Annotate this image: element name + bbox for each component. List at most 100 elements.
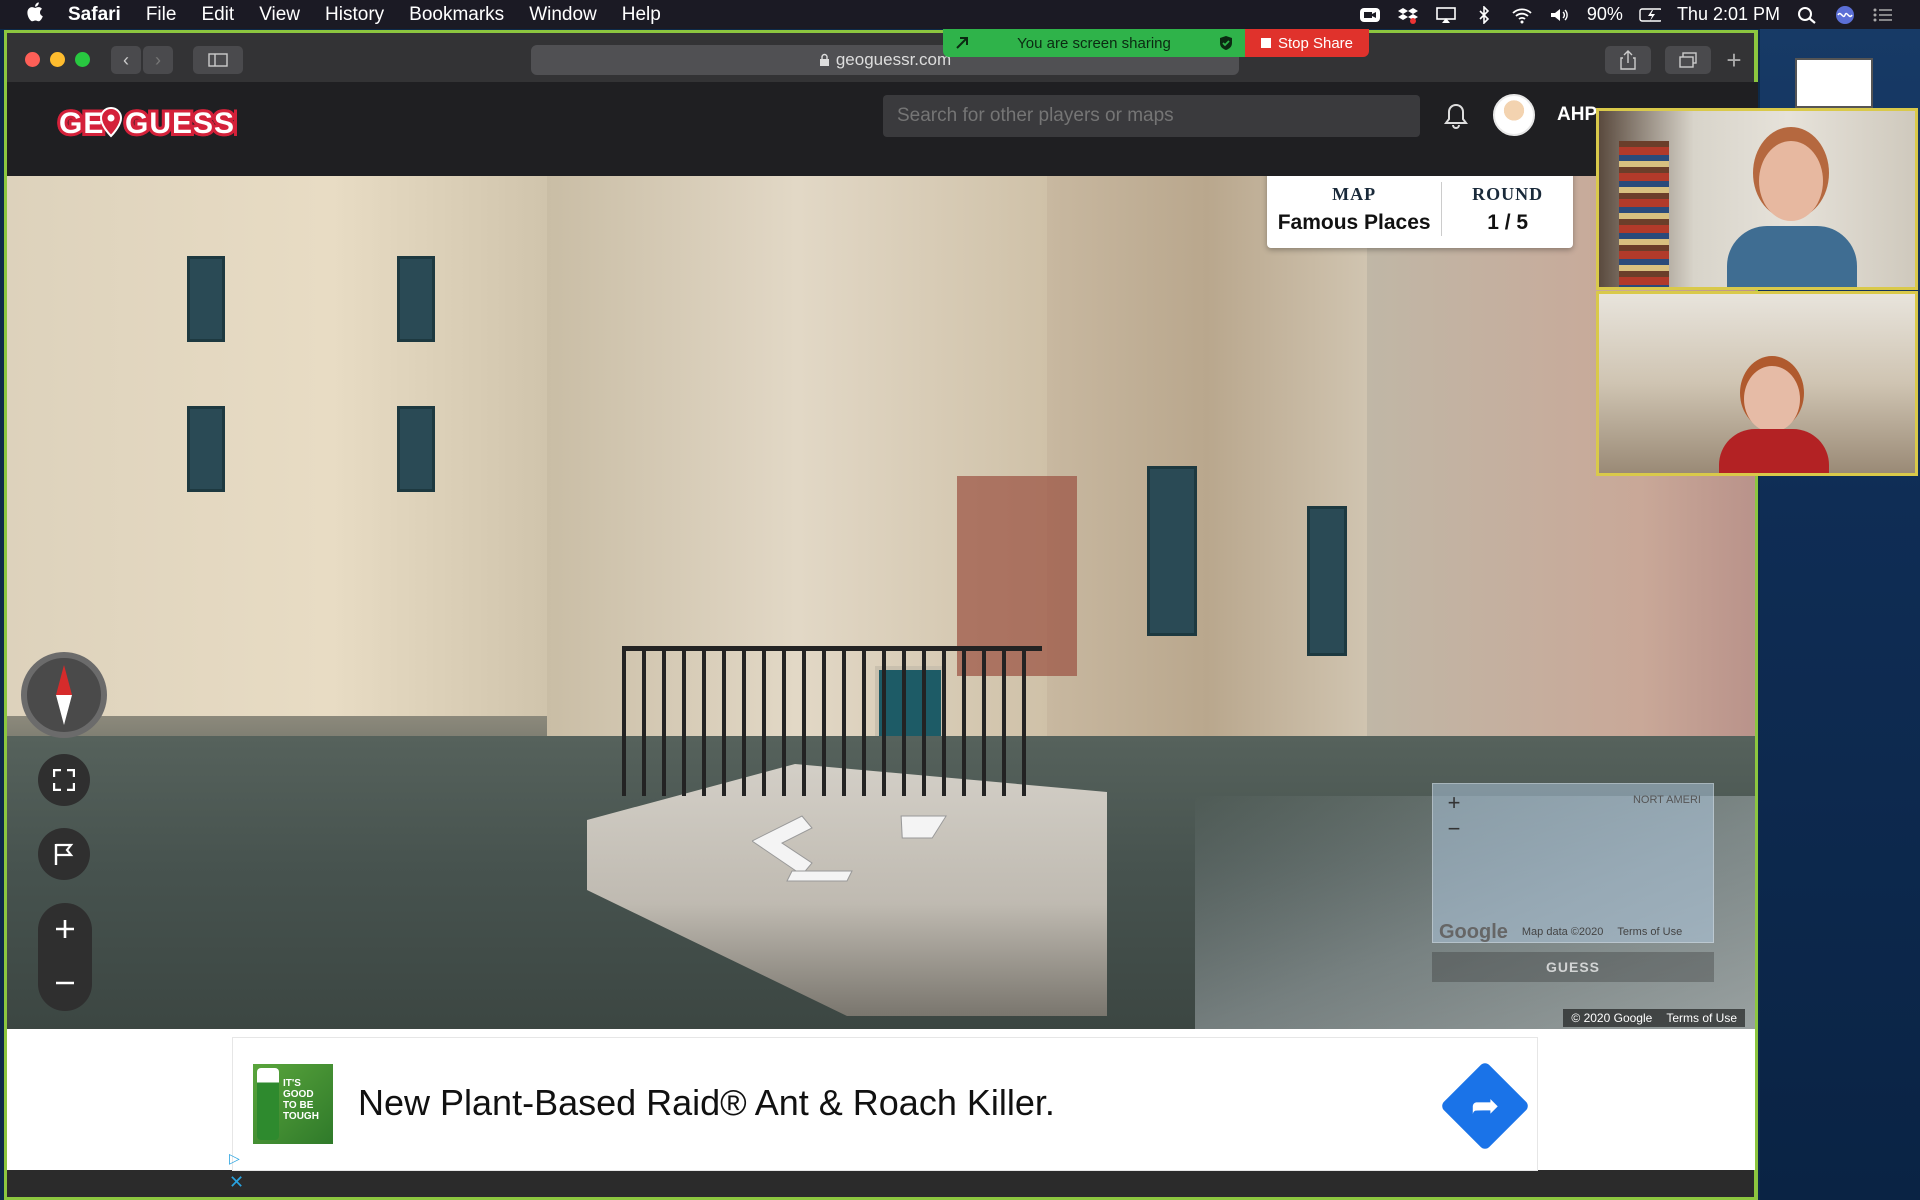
zoom-status-icon[interactable] <box>1359 6 1381 24</box>
zoom-out-button[interactable] <box>55 967 75 1001</box>
minimap-zoom-out-button[interactable]: − <box>1441 816 1467 842</box>
stop-share-button[interactable]: Stop Share <box>1245 29 1369 57</box>
flag-icon <box>54 843 74 865</box>
menu-bookmarks[interactable]: Bookmarks <box>409 4 504 26</box>
close-ad-icon[interactable]: ✕ <box>229 1172 244 1193</box>
sidebar-toggle-button[interactable] <box>193 46 243 74</box>
geoguessr-logo[interactable]: GE GUESSR <box>57 102 237 142</box>
chevron-right-icon: › <box>155 49 161 70</box>
participant-face <box>1759 141 1823 221</box>
bluetooth-icon[interactable] <box>1473 5 1495 24</box>
navigation-arrows-icon[interactable] <box>752 811 982 891</box>
ad-open-button[interactable]: ➦ <box>1439 1060 1531 1152</box>
volume-icon[interactable] <box>1549 6 1571 24</box>
ad-headline[interactable]: New Plant-Based Raid® Ant & Roach Killer… <box>358 1082 1055 1124</box>
round-counter: 1 / 5 <box>1487 210 1529 234</box>
ad-product-image: IT'S GOOD TO BE TOUGH <box>253 1064 333 1144</box>
participant-shirt <box>1719 429 1829 473</box>
spotlight-search-icon[interactable] <box>1796 6 1818 24</box>
svg-text:GUESSR: GUESSR <box>125 107 237 140</box>
plus-icon: + <box>1726 44 1742 75</box>
round-label: ROUND <box>1472 183 1544 204</box>
player-map-search-input[interactable] <box>883 95 1420 137</box>
menu-bar: Safari File Edit View History Bookmarks … <box>0 0 1920 29</box>
notification-center-icon[interactable] <box>1872 6 1894 24</box>
username[interactable]: AHP <box>1557 104 1597 126</box>
menu-file[interactable]: File <box>146 4 177 26</box>
battery-percent: 90% <box>1586 4 1623 24</box>
participant-video <box>1694 354 1829 473</box>
shield-check-icon <box>1220 36 1232 50</box>
apple-menu-icon[interactable] <box>26 1 48 29</box>
guess-minimap[interactable]: + − NORT AMERI Google Map data ©2020 Ter… <box>1432 783 1714 943</box>
share-icon <box>1620 50 1636 70</box>
share-button[interactable] <box>1605 46 1651 74</box>
grated-window <box>1307 506 1347 656</box>
menu-view[interactable]: View <box>259 4 300 26</box>
return-to-start-button[interactable] <box>38 828 90 880</box>
iron-railing <box>622 646 1042 796</box>
menu-window[interactable]: Window <box>529 4 597 26</box>
dropbox-icon[interactable] <box>1397 6 1419 24</box>
menu-history[interactable]: History <box>325 4 384 26</box>
notifications-bell-icon[interactable] <box>1443 102 1471 132</box>
close-window-button[interactable] <box>25 52 40 67</box>
streetview-attribution: © 2020 Google Terms of Use <box>1563 1009 1745 1027</box>
plus-icon <box>56 920 74 938</box>
geoguessr-header: GE GUESSR AHP <box>7 82 1758 176</box>
map-info: MAP Famous Places <box>1267 184 1441 235</box>
map-label: MAP <box>1332 183 1377 204</box>
back-button[interactable]: ‹ <box>111 46 141 74</box>
screen-sharing-banner: You are screen sharing Stop Share <box>943 29 1369 57</box>
user-avatar[interactable] <box>1493 94 1535 136</box>
zoom-in-button[interactable] <box>55 913 75 947</box>
participant-face <box>1744 366 1800 432</box>
menubar-clock[interactable]: Thu 2:01 PM <box>1677 4 1780 25</box>
minus-icon <box>56 981 74 985</box>
wifi-icon[interactable] <box>1511 6 1533 24</box>
compass[interactable] <box>21 652 107 738</box>
forward-button[interactable]: › <box>143 46 173 74</box>
desktop-screenshot-thumbnail[interactable] <box>1795 58 1873 108</box>
chevron-left-icon: ‹ <box>123 49 129 70</box>
shuttered-window <box>187 256 225 342</box>
ad-banner[interactable]: IT'S GOOD TO BE TOUGH New Plant-Based Ra… <box>232 1037 1538 1171</box>
spray-can-icon <box>257 1068 279 1140</box>
lock-icon <box>819 53 829 66</box>
shuttered-window <box>187 406 225 492</box>
shuttered-window <box>397 406 435 492</box>
minimize-window-button[interactable] <box>50 52 65 67</box>
participant-shirt <box>1727 226 1857 287</box>
compass-needle-icon <box>56 665 72 725</box>
menu-edit[interactable]: Edit <box>201 4 234 26</box>
terms-of-use-link[interactable]: Terms of Use <box>1666 1011 1737 1025</box>
safari-toolbar: ‹ › geoguessr.com + <box>7 33 1754 85</box>
ad-image-slogan: IT'S GOOD TO BE TOUGH <box>283 1078 319 1122</box>
fullscreen-button[interactable] <box>38 754 90 806</box>
svg-text:GE: GE <box>59 107 104 140</box>
airplay-icon[interactable] <box>1435 6 1457 24</box>
video-tile-participant-2[interactable] <box>1596 291 1918 476</box>
shuttered-window <box>397 256 435 342</box>
minimap-attribution: Google Map data ©2020 Terms of Use <box>1433 921 1713 943</box>
new-tab-button[interactable]: + <box>1720 44 1748 75</box>
guess-button[interactable]: GUESS <box>1432 952 1714 982</box>
grated-window <box>1147 466 1197 636</box>
video-tile-participant-1[interactable] <box>1596 108 1918 290</box>
menu-help[interactable]: Help <box>622 4 661 26</box>
minimap-zoom-in-button[interactable]: + <box>1441 790 1467 816</box>
minimap-terms-link[interactable]: Terms of Use <box>1617 926 1682 938</box>
building-left <box>7 176 547 716</box>
battery-icon[interactable] <box>1639 6 1661 24</box>
participant-video <box>1727 131 1857 287</box>
screen-sharing-status[interactable]: You are screen sharing <box>943 29 1245 57</box>
fullscreen-window-button[interactable] <box>75 52 90 67</box>
app-name-menu[interactable]: Safari <box>68 4 121 26</box>
minimap-data-text: Map data ©2020 <box>1521 926 1604 938</box>
siri-icon[interactable] <box>1834 5 1856 24</box>
street-view-panorama[interactable]: MAP Famous Places ROUND 1 / 5 + − NORT A… <box>7 176 1755 1029</box>
advertisement-area: IT'S GOOD TO BE TOUGH New Plant-Based Ra… <box>7 1029 1755 1171</box>
adchoices-icon[interactable]: ▷ <box>229 1150 240 1167</box>
bookshelf <box>1619 141 1669 287</box>
tab-overview-button[interactable] <box>1665 46 1711 74</box>
